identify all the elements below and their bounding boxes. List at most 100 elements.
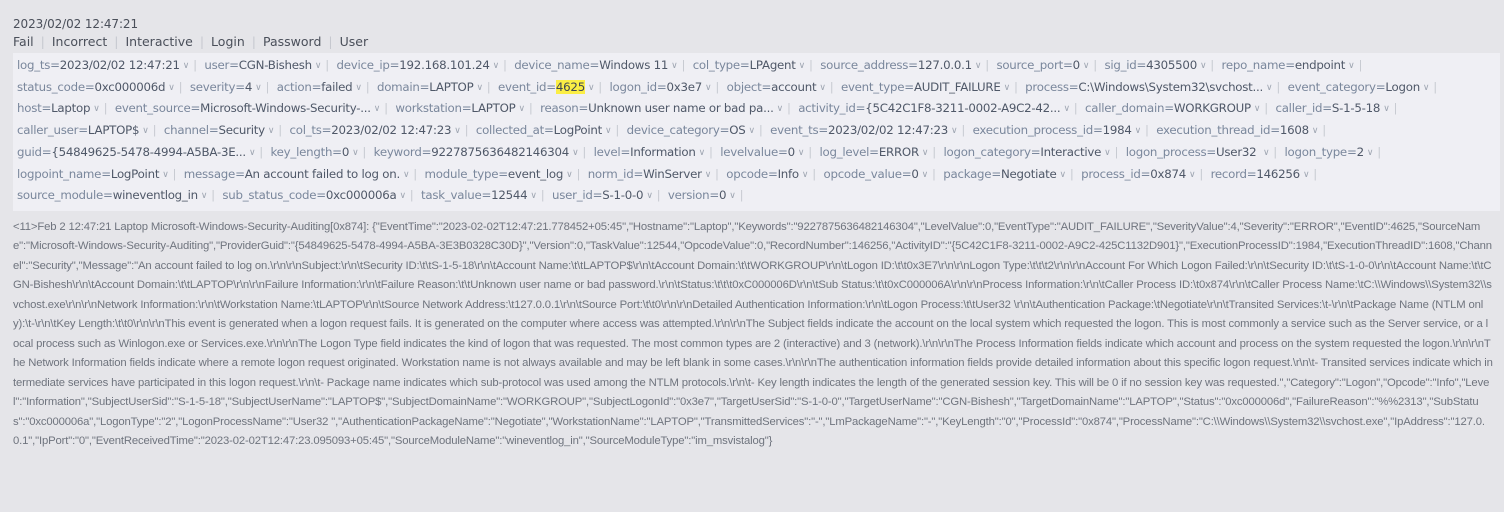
field-module-type[interactable]: module_type=event_log ∨ |: [425, 167, 585, 181]
field-value[interactable]: 127.0.0.1: [918, 58, 972, 72]
chevron-down-icon[interactable]: ∨: [1348, 57, 1355, 77]
field-value[interactable]: 0xc000006d: [95, 80, 166, 94]
chevron-down-icon[interactable]: ∨: [355, 79, 362, 99]
field-logon-id[interactable]: logon_id=0x3e7 ∨ |: [610, 80, 724, 94]
chevron-down-icon[interactable]: ∨: [315, 57, 322, 77]
chevron-down-icon[interactable]: ∨: [249, 144, 256, 164]
field-event-id[interactable]: event_id=4625 ∨ |: [498, 79, 606, 94]
field-value[interactable]: CGN-Bishesh: [239, 58, 312, 72]
field-object[interactable]: object=account ∨ |: [727, 80, 838, 94]
chevron-down-icon[interactable]: ∨: [1254, 100, 1261, 120]
chevron-down-icon[interactable]: ∨: [1060, 166, 1067, 186]
chevron-down-icon[interactable]: ∨: [399, 187, 406, 207]
chevron-down-icon[interactable]: ∨: [1263, 144, 1270, 164]
field-value[interactable]: 1608: [1280, 123, 1309, 137]
field-value[interactable]: An account failed to log on.: [245, 167, 401, 181]
field-value[interactable]: 0: [342, 145, 350, 159]
field-collected-at[interactable]: collected_at=LogPoint ∨ |: [476, 123, 623, 137]
chevron-down-icon[interactable]: ∨: [588, 79, 595, 99]
chevron-down-icon[interactable]: ∨: [476, 79, 483, 99]
field-logpoint-name[interactable]: logpoint_name=LogPoint ∨ |: [17, 167, 180, 181]
field-execution-process-id[interactable]: execution_process_id=1984 ∨ |: [973, 123, 1153, 137]
field-value[interactable]: Unknown user name or bad pa...: [588, 101, 774, 115]
field-value[interactable]: C:\Windows\System32\svchost...: [1078, 80, 1263, 94]
field-col-ts[interactable]: col_ts=2023/02/02 12:47:23 ∨ |: [289, 123, 472, 137]
field-value[interactable]: Interactive: [1040, 145, 1101, 159]
field-value[interactable]: 2023/02/02 12:47:21: [60, 58, 180, 72]
field-value[interactable]: AUDIT_FAILURE: [914, 80, 1001, 94]
field-value[interactable]: endpoint: [1295, 58, 1346, 72]
field-device-category[interactable]: device_category=OS ∨ |: [627, 123, 767, 137]
field-source-address[interactable]: source_address=127.0.0.1 ∨ |: [820, 58, 993, 72]
field-levelvalue[interactable]: levelvalue=0 ∨ |: [720, 145, 816, 159]
field-value[interactable]: S-1-5-18: [1332, 101, 1381, 115]
field-norm-id[interactable]: norm_id=WinServer ∨ |: [588, 167, 723, 181]
field-value[interactable]: Windows 11: [599, 58, 668, 72]
field-logon-category[interactable]: logon_category=Interactive ∨ |: [943, 145, 1122, 159]
field-sub-status-code[interactable]: sub_status_code=0xc000006a ∨ |: [222, 188, 417, 202]
chevron-down-icon[interactable]: ∨: [798, 144, 805, 164]
field-value[interactable]: 0: [911, 167, 919, 181]
field-value[interactable]: 4: [245, 80, 253, 94]
chevron-down-icon[interactable]: ∨: [975, 57, 982, 77]
chevron-down-icon[interactable]: ∨: [93, 100, 100, 120]
field-value[interactable]: 4305500: [1146, 58, 1197, 72]
field-event-ts[interactable]: event_ts=2023/02/02 12:47:23 ∨ |: [770, 123, 969, 137]
field-value[interactable]: account: [771, 80, 817, 94]
field-record[interactable]: record=146256 ∨ |: [1211, 167, 1321, 181]
field-value[interactable]: LAPTOP$: [88, 123, 140, 137]
field-source-module[interactable]: source_module=wineventlog_in ∨ |: [17, 188, 219, 202]
chevron-down-icon[interactable]: ∨: [403, 166, 410, 186]
chevron-down-icon[interactable]: ∨: [819, 79, 826, 99]
chevron-down-icon[interactable]: ∨: [1063, 100, 1070, 120]
chevron-down-icon[interactable]: ∨: [352, 144, 359, 164]
field-opcode-value[interactable]: opcode_value=0 ∨ |: [823, 167, 939, 181]
field-value[interactable]: failed: [321, 80, 352, 94]
field-value[interactable]: Logon: [1385, 80, 1420, 94]
field-domain[interactable]: domain=LAPTOP ∨ |: [377, 80, 495, 94]
field-value[interactable]: 0x3e7: [667, 80, 703, 94]
field-opcode[interactable]: opcode=Info ∨ |: [726, 167, 820, 181]
tag-incorrect[interactable]: Incorrect: [52, 34, 107, 49]
field-col-type[interactable]: col_type=LPAgent ∨ |: [693, 58, 817, 72]
field-value[interactable]: 0: [788, 145, 796, 159]
field-logon-process[interactable]: logon_process=User32 ∨ |: [1126, 145, 1281, 159]
field-execution-thread-id[interactable]: execution_thread_id=1608 ∨ |: [1156, 123, 1330, 137]
field-value[interactable]: 2: [1357, 145, 1365, 159]
field-value[interactable]: event_log: [508, 167, 563, 181]
field-value[interactable]: 0x874: [1150, 167, 1186, 181]
field-value[interactable]: wineventlog_in: [113, 188, 198, 202]
field-value[interactable]: {54849625-5478-4994-A5BA-3E...: [51, 145, 246, 159]
field-task-value[interactable]: task_value=12544 ∨ |: [421, 188, 548, 202]
chevron-down-icon[interactable]: ∨: [162, 166, 169, 186]
field-value[interactable]: Microsoft-Windows-Security-...: [200, 101, 371, 115]
field-value[interactable]: 192.168.101.24: [399, 58, 490, 72]
chevron-down-icon[interactable]: ∨: [183, 57, 190, 77]
chevron-down-icon[interactable]: ∨: [777, 100, 784, 120]
field-repo-name[interactable]: repo_name=endpoint ∨ |: [1222, 58, 1367, 72]
tag-password[interactable]: Password: [263, 34, 321, 49]
field-activity-id[interactable]: activity_id={5C42C1F8-3211-0002-A9C2-42.…: [798, 101, 1081, 115]
chevron-down-icon[interactable]: ∨: [646, 187, 653, 207]
field-value[interactable]: 1984: [1103, 123, 1132, 137]
field-process[interactable]: process=C:\Windows\System32\svchost... ∨ |: [1025, 80, 1284, 94]
field-host[interactable]: host=Laptop ∨ |: [17, 101, 111, 115]
field-package[interactable]: package=Negotiate ∨ |: [943, 167, 1077, 181]
field-value[interactable]: WORKGROUP: [1174, 101, 1251, 115]
field-source-port[interactable]: source_port=0 ∨ |: [996, 58, 1101, 72]
field-logon-type[interactable]: logon_type=2 ∨ |: [1285, 145, 1385, 159]
field-level[interactable]: level=Information ∨ |: [594, 145, 717, 159]
chevron-down-icon[interactable]: ∨: [1383, 100, 1390, 120]
field-value[interactable]: {5C42C1F8-3211-0002-A9C2-42...: [865, 101, 1060, 115]
field-value[interactable]: 0xc000006a: [326, 188, 397, 202]
chevron-down-icon[interactable]: ∨: [729, 187, 736, 207]
field-value[interactable]: 146256: [1256, 167, 1300, 181]
field-log-level[interactable]: log_level=ERROR ∨ |: [819, 145, 940, 159]
chevron-down-icon[interactable]: ∨: [1303, 166, 1310, 186]
field-event-source[interactable]: event_source=Microsoft-Windows-Security-…: [115, 101, 392, 115]
field-process-id[interactable]: process_id=0x874 ∨ |: [1081, 167, 1207, 181]
field-value[interactable]: User32: [1216, 145, 1260, 159]
field-caller-user[interactable]: caller_user=LAPTOP$ ∨ |: [17, 123, 160, 137]
field-value[interactable]: S-1-0-0: [602, 188, 643, 202]
field-user[interactable]: user=CGN-Bishesh ∨ |: [204, 58, 333, 72]
